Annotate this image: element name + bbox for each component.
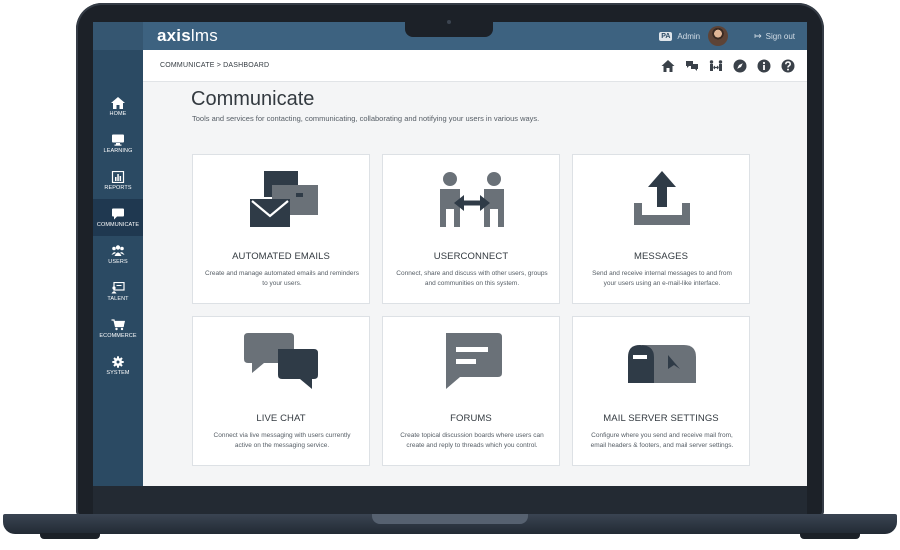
bar-chart-icon <box>111 170 125 183</box>
card-title: AUTOMATED EMAILS <box>232 251 330 262</box>
card-description: Create and manage automated emails and r… <box>205 270 359 287</box>
card-title: USERCONNECT <box>433 251 509 262</box>
card-title: MESSAGES <box>633 251 689 262</box>
sidebar-item-label: TALENT <box>107 295 129 302</box>
sidebar-item-label: SYSTEM <box>106 369 130 376</box>
monitor-icon <box>112 134 124 146</box>
presentation-icon <box>111 281 125 293</box>
chat-bubbles-icon <box>244 333 318 389</box>
card-forums[interactable]: FORUMS Create topical discussion boards … <box>382 316 560 466</box>
sidebar-item-users[interactable]: USERS <box>93 236 143 273</box>
compass-icon[interactable] <box>733 59 747 73</box>
sidebar-item-talent[interactable]: TALENT <box>93 273 143 310</box>
sidebar-item-label: HOME <box>109 110 127 117</box>
home-icon <box>111 96 125 109</box>
forum-bubble-icon <box>446 333 502 389</box>
sign-out-link[interactable]: ↦ Sign out <box>754 31 795 42</box>
chat-bubble-icon <box>112 208 124 219</box>
sidebar-item-label: REPORTS <box>104 184 132 191</box>
avatar[interactable] <box>708 26 729 46</box>
card-userconnect[interactable]: USERCONNECT Connect, share and discuss w… <box>382 154 560 304</box>
sidebar-item-label: LEARNING <box>103 147 133 154</box>
sidebar-item-system[interactable]: SYSTEM <box>93 347 143 384</box>
automated-email-icon <box>250 171 318 227</box>
sign-out-label: Sign out <box>765 31 795 41</box>
user-name[interactable]: Admin <box>677 32 700 41</box>
brand-box <box>93 22 143 50</box>
card-description: Connect, share and discuss with other us… <box>396 270 548 287</box>
userconnect-icon[interactable] <box>709 59 723 73</box>
info-icon[interactable] <box>757 59 771 73</box>
users-icon <box>111 244 125 256</box>
card-title: MAIL SERVER SETTINGS <box>603 413 719 424</box>
toolbar <box>651 59 795 73</box>
main-content: Communicate Tools and services for conta… <box>143 82 807 486</box>
sidebar-item-label: ECOMMERCE <box>99 332 137 339</box>
logo-light-text: lms <box>190 26 218 45</box>
breadcrumb[interactable]: COMMUNICATE > DASHBOARD <box>160 62 269 69</box>
screen: axislms PA Admin ↦ Sign out HOME LEARNIN… <box>93 22 807 486</box>
card-description: Configure where you send and receive mai… <box>590 432 734 449</box>
sidebar-item-label: USERS <box>108 258 128 265</box>
sidebar-item-home[interactable]: HOME <box>93 88 143 125</box>
upload-tray-icon <box>634 171 690 225</box>
card-description: Send and receive internal messages to an… <box>592 270 732 287</box>
sidebar-item-learning[interactable]: LEARNING <box>93 125 143 162</box>
gear-icon <box>112 355 124 368</box>
sidebar-item-reports[interactable]: REPORTS <box>93 162 143 199</box>
card-live-chat[interactable]: LIVE CHAT Connect via live messaging wit… <box>192 316 370 466</box>
card-title: LIVE CHAT <box>256 413 306 424</box>
sidebar-item-communicate[interactable]: COMMUNICATE <box>93 199 143 236</box>
card-title: FORUMS <box>450 413 492 424</box>
card-mail-server-settings[interactable]: MAIL SERVER SETTINGS Configure where you… <box>572 316 750 466</box>
chat-icon[interactable] <box>685 59 699 73</box>
app-logo[interactable]: axislms <box>157 26 218 46</box>
cart-icon <box>111 318 125 330</box>
card-messages[interactable]: MESSAGES Send and receive internal messa… <box>572 154 750 304</box>
laptop-foot-left <box>40 533 100 539</box>
camera-icon <box>447 20 451 24</box>
card-automated-emails[interactable]: AUTOMATED EMAILS Create and manage autom… <box>192 154 370 304</box>
sign-out-icon: ↦ <box>754 30 762 41</box>
laptop-chin <box>93 486 807 514</box>
card-description: Connect via live messaging with users cu… <box>213 432 351 449</box>
user-badge[interactable]: PA <box>659 31 673 41</box>
mailbox-icon <box>628 345 696 383</box>
card-description: Create topical discussion boards where u… <box>400 432 544 449</box>
sidebar-item-label: COMMUNICATE <box>96 221 140 228</box>
sidebar-item-ecommerce[interactable]: ECOMMERCE <box>93 310 143 347</box>
page-title: Communicate <box>191 88 315 110</box>
page-subtitle: Tools and services for contacting, commu… <box>192 114 540 123</box>
breadcrumb-bar: COMMUNICATE > DASHBOARD <box>143 50 807 82</box>
user-area: PA Admin ↦ Sign out <box>659 22 807 50</box>
help-icon[interactable] <box>781 59 795 73</box>
sidebar: HOME LEARNING REPORTS COMMUNICATE USERS … <box>93 50 143 486</box>
home-icon[interactable] <box>661 59 675 73</box>
logo-bold-text: axis <box>157 26 191 45</box>
laptop-foot-right <box>800 533 860 539</box>
laptop-hinge-notch <box>372 514 528 524</box>
userconnect-icon <box>440 172 504 227</box>
